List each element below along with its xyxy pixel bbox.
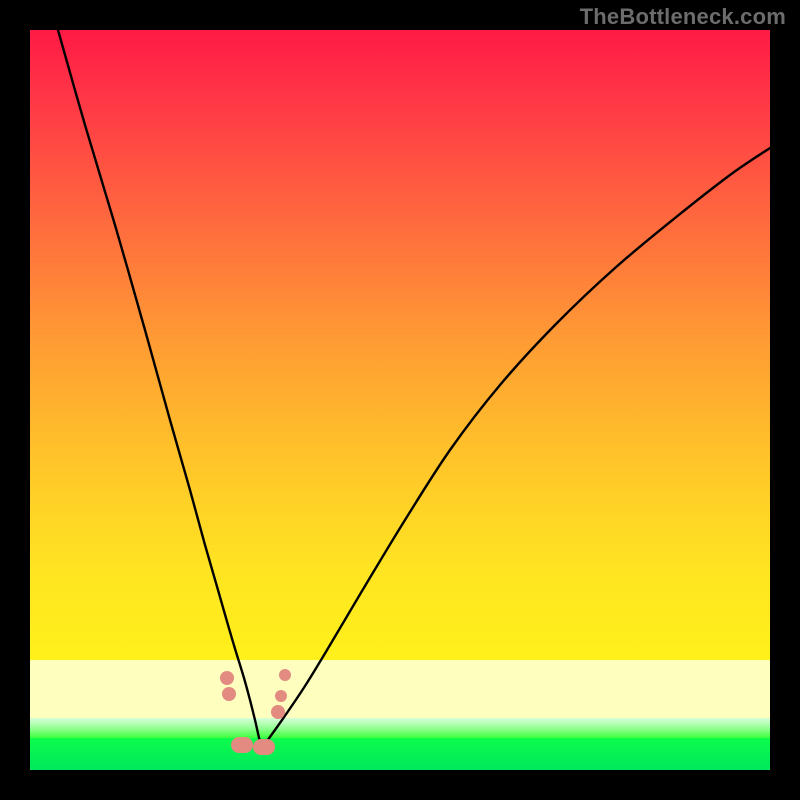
data-marker	[220, 671, 234, 685]
data-marker	[231, 737, 253, 753]
data-marker	[253, 739, 275, 755]
data-marker	[271, 705, 285, 719]
bottleneck-curve	[30, 30, 770, 770]
chart-stage: TheBottleneck.com	[0, 0, 800, 800]
data-marker	[275, 690, 287, 702]
curve-left-branch	[58, 30, 262, 748]
watermark-label: TheBottleneck.com	[580, 4, 786, 30]
curve-right-branch	[262, 148, 770, 748]
plot-area	[30, 30, 770, 770]
data-marker	[279, 669, 291, 681]
data-marker	[222, 687, 236, 701]
